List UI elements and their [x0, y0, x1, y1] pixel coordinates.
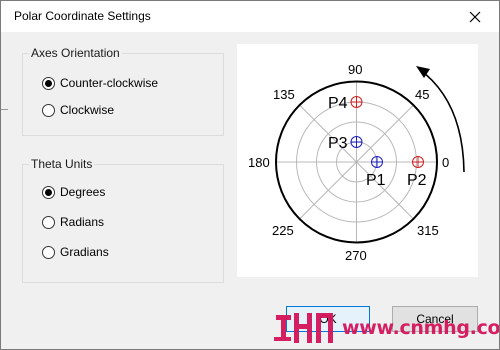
close-button[interactable] [459, 1, 491, 32]
watermark-text: www.cnmhg.com [342, 317, 500, 339]
orientation-arrow-icon [416, 66, 465, 173]
point-marker-p1 [371, 156, 383, 168]
radio-indicator[interactable] [42, 245, 55, 259]
angle-label: 270 [345, 248, 367, 263]
theta-units-label: Theta Units [29, 157, 95, 171]
point-marker-p3 [350, 136, 363, 148]
polar-diagram: 0 45 90 135 180 225 270 315 P1 P2 P3 P4 [248, 62, 465, 263]
radio-label: Clockwise [60, 103, 115, 117]
radio-gradians[interactable]: Gradians [42, 245, 109, 259]
radio-label: Counter-clockwise [60, 76, 159, 90]
radio-indicator[interactable] [42, 103, 55, 117]
angle-label: 90 [348, 62, 362, 77]
radio-clockwise[interactable]: Clockwise [42, 103, 114, 117]
background-divider [1, 101, 8, 110]
polar-settings-dialog: Polar Coordinate Settings Axes Orientati… [0, 0, 500, 350]
angle-label: 225 [272, 223, 294, 238]
watermark-logo-icon [274, 313, 333, 343]
window-title: Polar Coordinate Settings [14, 9, 151, 23]
radio-indicator-selected[interactable] [42, 185, 55, 199]
angle-label: 135 [273, 87, 295, 102]
radio-radians[interactable]: Radians [42, 215, 104, 229]
point-marker-p2 [412, 156, 424, 168]
point-label-p3: P3 [328, 135, 348, 152]
radio-label: Gradians [60, 245, 109, 259]
point-label-p1: P1 [366, 172, 386, 189]
angle-label: 315 [417, 223, 439, 238]
axes-orientation-label: Axes Orientation [29, 46, 122, 60]
point-label-p4: P4 [328, 95, 348, 112]
watermark: www.cnmhg.com [274, 310, 500, 346]
radio-indicator-selected[interactable] [42, 76, 55, 90]
angle-label: 180 [248, 155, 270, 170]
close-icon [469, 11, 481, 22]
angle-label: 0 [442, 155, 449, 170]
radio-indicator[interactable] [42, 215, 55, 229]
point-marker-p4 [350, 96, 363, 108]
radio-label: Radians [60, 215, 105, 229]
axes-orientation-group: Axes Orientation Counter-clockwise Clock… [22, 46, 224, 136]
point-labels: P1 P2 P3 P4 [328, 95, 427, 189]
radio-label: Degrees [60, 185, 106, 199]
point-label-p2: P2 [407, 172, 427, 189]
title-bar: Polar Coordinate Settings [1, 1, 499, 32]
radio-degrees[interactable]: Degrees [42, 185, 105, 199]
radio-counter-clockwise[interactable]: Counter-clockwise [42, 76, 158, 90]
polar-preview-panel: 0 45 90 135 180 225 270 315 P1 P2 P3 P4 [237, 44, 478, 277]
angle-label: 45 [415, 87, 429, 102]
theta-units-group: Theta Units Degrees Radians Gradians [22, 157, 224, 283]
